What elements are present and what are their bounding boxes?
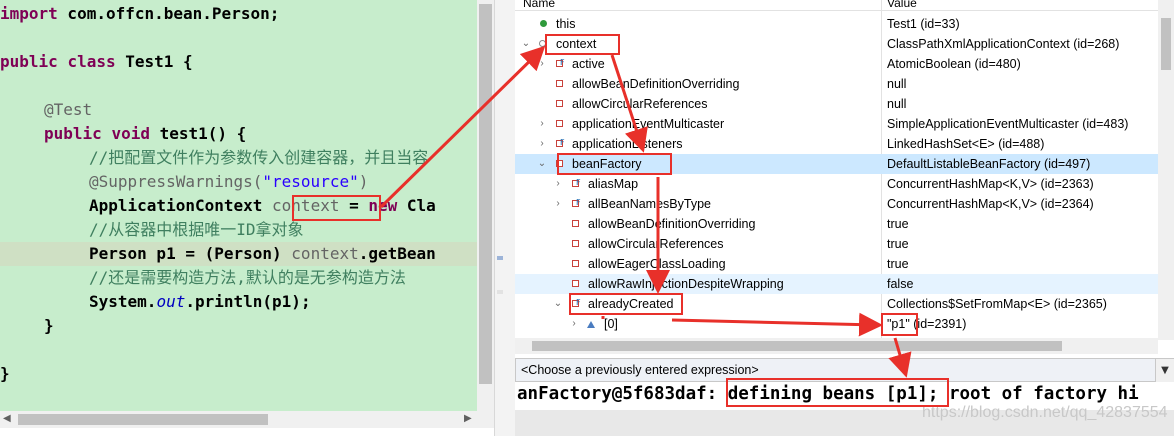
code-line-method-decl: public void test1() { — [44, 124, 247, 143]
code-line-class-close: } — [0, 364, 10, 383]
code-line-test-annotation: @Test — [44, 100, 93, 119]
code-line-getbean-current: Person p1 = (Person) context.getBean — [0, 242, 477, 266]
private-final-field-icon — [556, 133, 565, 153]
variable-row-application-listeners[interactable]: › applicationListeners LinkedHashSet<E> … — [515, 133, 1160, 154]
private-field-icon — [556, 100, 563, 107]
overview-ruler-marker[interactable] — [497, 290, 503, 294]
expression-placeholder: <Choose a previously entered expression> — [521, 363, 759, 377]
private-field-icon — [556, 120, 563, 127]
dropdown-arrow-icon[interactable]: ▼ — [1155, 358, 1174, 384]
variables-vertical-scroll-thumb[interactable] — [1161, 18, 1171, 70]
highlight-box-p1-value — [881, 313, 918, 336]
variable-row-allow-circular-references[interactable]: allowCircularReferences null — [515, 94, 1160, 114]
editor-vertical-scroll-thumb[interactable] — [479, 4, 492, 384]
expand-chevron-icon[interactable]: › — [537, 134, 547, 154]
expand-chevron-icon[interactable]: › — [569, 314, 579, 334]
expand-chevron-icon[interactable]: › — [537, 114, 547, 134]
private-final-field-icon — [572, 193, 581, 213]
highlight-box-bean-factory — [557, 153, 672, 175]
variable-row-all-bean-names-by-type[interactable]: › allBeanNamesByType ConcurrentHashMap<K… — [515, 193, 1160, 214]
private-final-field-icon — [572, 173, 581, 193]
watermark: https://blog.csdn.net/qq_42837554 — [922, 404, 1168, 421]
collapse-chevron-icon[interactable]: ⌄ — [537, 154, 547, 174]
code-line-class-decl: public class Test1 { — [0, 52, 193, 71]
variable-row-allow-eager-class-loading[interactable]: allowEagerClassLoading true — [515, 254, 1160, 274]
variable-row-active[interactable]: › active AtomicBoolean (id=480) — [515, 53, 1160, 74]
editor-horizontal-scroll-thumb[interactable] — [18, 414, 268, 425]
collapse-chevron-icon[interactable]: ⌄ — [521, 34, 531, 54]
code-line-println: System.out.println(p1); — [89, 292, 311, 311]
highlight-box-already-created — [569, 293, 683, 315]
expand-chevron-icon[interactable]: › — [537, 54, 547, 74]
code-line-comment-1: //把配置文件作为参数传入创建容器，并且当容 — [89, 148, 429, 167]
variable-row-application-event-multicaster[interactable]: › applicationEventMulticaster SimpleAppl… — [515, 114, 1160, 134]
variable-row-alias-map[interactable]: › aliasMap ConcurrentHashMap<K,V> (id=23… — [515, 173, 1160, 194]
variable-row-allow-bean-definition-overriding[interactable]: allowBeanDefinitionOverriding null — [515, 74, 1160, 94]
highlight-box-context-var — [545, 34, 620, 55]
highlight-box-defining-beans — [726, 378, 949, 407]
variable-row-bf-allow-circular-references[interactable]: allowCircularReferences true — [515, 234, 1160, 254]
variable-row-bf-allow-bean-definition-overriding[interactable]: allowBeanDefinitionOverriding true — [515, 214, 1160, 234]
code-line-comment-2: //从容器中根据唯一ID拿对象 — [89, 220, 304, 239]
private-final-field-icon — [556, 53, 565, 73]
code-line-context-decl: ApplicationContext context = new Cla — [89, 196, 436, 215]
expand-chevron-icon[interactable]: › — [553, 194, 563, 214]
element-icon — [587, 321, 595, 328]
private-field-icon — [572, 220, 579, 227]
variables-header: Name Value — [515, 0, 1174, 11]
code-line-import: import com.offcn.bean.Person; — [0, 4, 280, 23]
variables-horizontal-scroll-thumb[interactable] — [532, 341, 1062, 351]
code-line-suppress-warnings: @SuppressWarnings("resource") — [89, 172, 369, 191]
code-line-method-close: } — [44, 316, 54, 335]
column-header-name[interactable]: Name — [523, 0, 555, 10]
variable-row-allow-raw-injection[interactable]: allowRawInjectionDespiteWrapping false — [515, 274, 1160, 294]
variable-row-this[interactable]: this Test1 (id=33) — [515, 14, 1160, 34]
code-editor[interactable]: import com.offcn.bean.Person; public cla… — [0, 0, 477, 411]
private-field-icon — [556, 80, 563, 87]
private-field-icon — [572, 240, 579, 247]
public-field-icon — [540, 20, 547, 27]
private-field-icon — [572, 280, 579, 287]
column-header-value[interactable]: Value — [887, 0, 917, 10]
overview-ruler-marker[interactable] — [497, 256, 503, 260]
highlight-box-context-code — [292, 195, 381, 221]
collapse-chevron-icon[interactable]: ⌄ — [553, 294, 563, 314]
scroll-left-arrow-icon[interactable]: ◀ — [3, 413, 11, 424]
variable-row-element-0[interactable]: › [0] "p1" (id=2391) — [515, 314, 1160, 334]
code-line-comment-3: //还是需要构造方法,默认的是无参构造方法 — [89, 268, 406, 287]
pane-divider[interactable] — [494, 0, 515, 436]
private-field-icon — [572, 260, 579, 267]
expand-chevron-icon[interactable]: › — [553, 174, 563, 194]
scroll-right-arrow-icon[interactable]: ▶ — [464, 413, 472, 424]
